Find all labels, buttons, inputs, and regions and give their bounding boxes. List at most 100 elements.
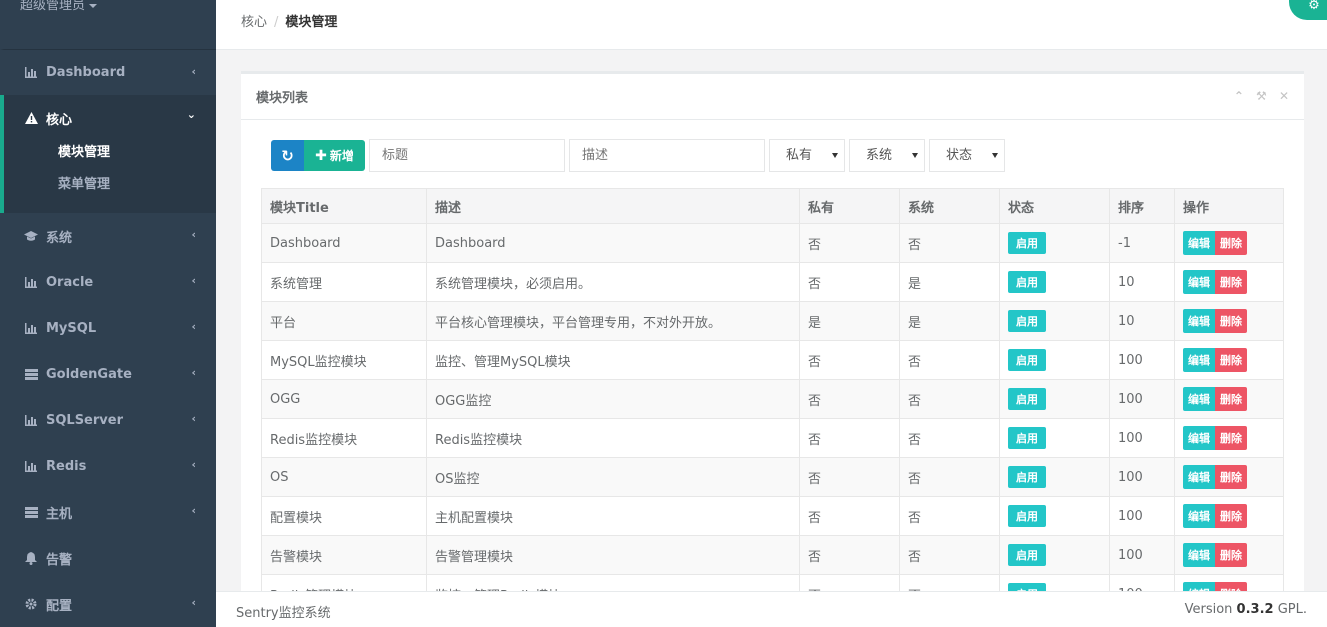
chevron-left-icon: ‹ [191,504,196,517]
panel-header: 模块列表 ⌃ ⚒ ✕ [241,74,1304,120]
user-profile[interactable]: 超级管理员 [0,0,216,49]
sidebar-item-dashboard[interactable]: Dashboard ‹ [0,49,216,95]
edit-button[interactable]: 编辑 [1183,543,1215,567]
breadcrumb: 核心 / 模块管理 [241,11,337,30]
delete-button[interactable]: 删除 [1215,309,1247,333]
cell-actions: 编辑删除 [1174,379,1284,419]
col-desc-header[interactable]: 描述 [426,188,800,224]
sidebar-item-oracle[interactable]: Oracle ‹ [0,259,216,305]
col-private-header[interactable]: 私有 [799,188,900,224]
delete-button[interactable]: 删除 [1215,543,1247,567]
footer-brand: Sentry监控系统 [236,606,331,621]
status-badge[interactable]: 启用 [1008,427,1046,449]
delete-button[interactable]: 删除 [1215,348,1247,372]
wrench-icon[interactable]: ⚒ [1256,89,1267,103]
cell-private: 否 [799,379,900,419]
footer: Sentry监控系统 Version 0.3.2 GPL. [216,591,1327,627]
sidebar-subitem-menu-manage[interactable]: 菜单管理 [24,169,216,201]
module-table: 模块Title 描述 私有 系统 状态 排序 操作 Dashboard Dashb… [261,188,1284,614]
panel-title: 模块列表 [256,91,309,106]
status-badge[interactable]: 启用 [1008,232,1046,254]
cell-actions: 编辑删除 [1174,301,1284,341]
breadcrumb-parent[interactable]: 核心 [241,15,267,30]
sidebar-item-goldengate[interactable]: GoldenGate ‹ [0,351,216,397]
table-row: OGG OGG监控否否启用 100 编辑 删除 [261,379,1284,419]
chevron-left-icon: ‹ [191,274,196,287]
col-system-header[interactable]: 系统 [899,188,1000,224]
delete-button[interactable]: 删除 [1215,387,1247,411]
add-button[interactable]: ✚ 新增 [304,140,365,171]
edit-button[interactable]: 编辑 [1183,348,1215,372]
status-badge[interactable]: 启用 [1008,544,1046,566]
footer-version: Version 0.3.2 GPL. [1185,602,1307,617]
chevron-left-icon: ‹ [191,412,196,425]
table-row: Dashboard Dashboard 否否启用 -1 编辑 删除 [261,223,1284,263]
table-row: 平台 平台核心管理模块，平台管理专用，不对外开放。是是启用 10 编辑 删除 [261,301,1284,341]
sidebar-subitem-module-manage[interactable]: 模块管理 [24,137,216,169]
system-select[interactable]: 系统 [849,139,925,172]
edit-button[interactable]: 编辑 [1183,231,1215,255]
sidebar-item-host[interactable]: 主机 ‹ [0,489,216,535]
cell-private: 否 [799,418,900,458]
status-badge[interactable]: 启用 [1008,505,1046,527]
delete-button[interactable]: 删除 [1215,504,1247,528]
delete-button[interactable]: 删除 [1215,465,1247,489]
cell-actions: 编辑删除 [1174,262,1284,302]
cell-status: 启用 [999,340,1110,380]
description-search-input[interactable] [569,139,765,172]
sidebar-item-redis[interactable]: Redis ‹ [0,443,216,489]
add-button-label: 新增 [329,149,354,163]
cell-desc: 监控、管理MySQL模块 [426,340,800,380]
cell-desc: OGG监控 [426,379,800,419]
col-status-header[interactable]: 状态 [999,188,1110,224]
status-badge[interactable]: 启用 [1008,466,1046,488]
chevron-up-icon[interactable]: ⌃ [1234,89,1244,103]
cell-actions: 编辑删除 [1174,223,1284,263]
sidebar-item-alarm[interactable]: 告警 [0,535,216,581]
status-badge[interactable]: 启用 [1008,310,1046,332]
sidebar-item-sqlserver[interactable]: SQLServer ‹ [0,397,216,443]
cell-system: 是 [899,262,1000,302]
edit-button[interactable]: 编辑 [1183,504,1215,528]
col-title-header[interactable]: 模块Title [261,188,427,224]
edit-button[interactable]: 编辑 [1183,270,1215,294]
cell-system: 否 [899,340,1000,380]
status-badge[interactable]: 启用 [1008,271,1046,293]
close-icon[interactable]: ✕ [1279,89,1289,103]
sidebar-item-config[interactable]: 配置 ‹ [0,581,216,627]
refresh-button[interactable]: ↻ [271,140,304,171]
delete-button[interactable]: 删除 [1215,231,1247,255]
sidebar-item-label: MySQL [46,320,97,336]
settings-button[interactable]: ⚙ [1289,0,1327,20]
edit-button[interactable]: 编辑 [1183,309,1215,333]
sidebar-item-system[interactable]: 系统 ‹ [0,213,216,259]
cell-desc: 平台核心管理模块，平台管理专用，不对外开放。 [426,301,800,341]
delete-button[interactable]: 删除 [1215,270,1247,294]
cell-order: 100 [1109,535,1175,575]
cell-order: 10 [1109,262,1175,302]
warning-icon [24,111,38,125]
cell-status: 启用 [999,535,1110,575]
edit-button[interactable]: 编辑 [1183,465,1215,489]
cell-title: Redis监控模块 [261,418,427,458]
private-select[interactable]: 私有 [769,139,845,172]
edit-button[interactable]: 编辑 [1183,426,1215,450]
user-name: 超级管理员 [20,0,86,13]
cell-private: 否 [799,340,900,380]
sidebar-item-mysql[interactable]: MySQL ‹ [0,305,216,351]
status-select[interactable]: 状态 [929,139,1005,172]
cell-order: 100 [1109,457,1175,497]
col-order-header[interactable]: 排序 [1109,188,1175,224]
caret-down-icon [89,3,98,8]
cell-status: 启用 [999,223,1110,263]
status-badge[interactable]: 启用 [1008,388,1046,410]
title-search-input[interactable] [369,139,565,172]
edit-button[interactable]: 编辑 [1183,387,1215,411]
cell-private: 否 [799,262,900,302]
cell-private: 否 [799,457,900,497]
sidebar-item-label: 核心 [46,112,73,128]
delete-button[interactable]: 删除 [1215,426,1247,450]
module-list-panel: 模块列表 ⌃ ⚒ ✕ ↻ ✚新增 私有 系统 状态 模块Title 描述 私有 … [241,71,1304,614]
status-badge[interactable]: 启用 [1008,349,1046,371]
sidebar-item-core[interactable]: 核心 ⌄ 模块管理 菜单管理 [0,95,216,213]
